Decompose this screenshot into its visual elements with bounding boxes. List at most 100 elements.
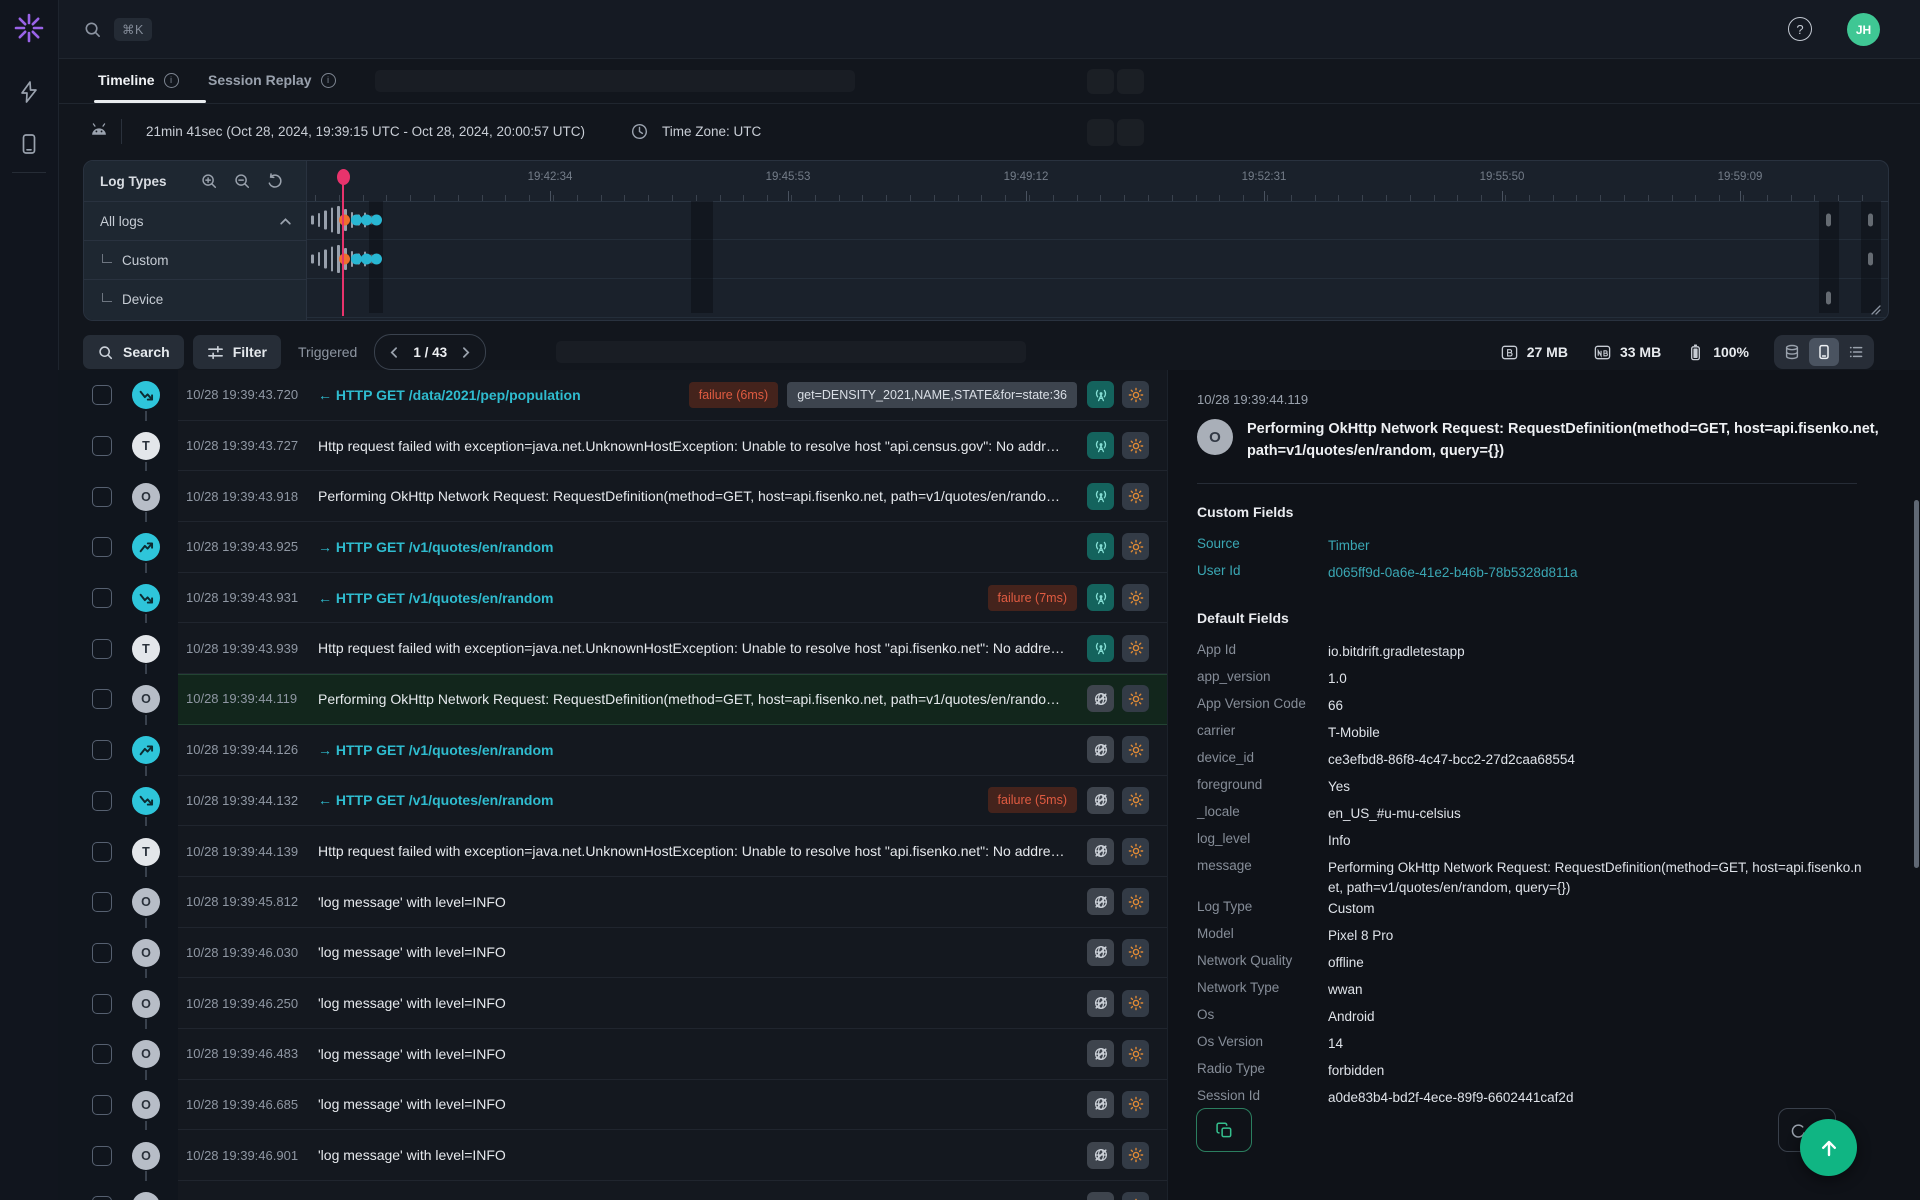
brightness-button[interactable] [1122,938,1149,966]
log-row-body[interactable]: 10/28 19:39:43.925 → HTTP GET /v1/quotes… [178,522,1167,573]
network-state-button[interactable] [1087,888,1114,916]
log-type-row-device[interactable]: Device [84,279,306,318]
tab-session-replay[interactable]: Session Replay i [208,58,336,102]
brightness-button[interactable] [1122,1040,1149,1068]
log-row[interactable]: O 10/28 19:39:46.685 'log message' with … [58,1079,1167,1132]
bitdrift-logo-icon[interactable] [13,12,45,44]
network-state-button[interactable] [1087,432,1114,460]
log-row[interactable]: O 10/28 19:39:45.812 'log message' with … [58,876,1167,929]
prev-page-icon[interactable] [388,346,401,359]
row-checkbox[interactable] [92,638,112,659]
field-value[interactable]: Performing OkHttp Network Request: Reque… [1328,858,1868,900]
row-checkbox[interactable] [92,385,112,406]
log-row[interactable]: O 10/28 19:39:46.483 'log message' with … [58,1028,1167,1081]
log-row-body[interactable]: 10/28 19:39:45.812 'log message' with le… [178,876,1167,928]
network-state-button[interactable] [1087,482,1114,510]
reset-zoom-icon[interactable] [266,172,284,190]
log-row-body[interactable]: 10/28 19:39:46.483 'log message' with le… [178,1028,1167,1080]
network-state-button[interactable] [1087,1192,1114,1200]
brightness-button[interactable] [1122,634,1149,662]
log-row[interactable]: T 10/28 19:39:43.727 Http request failed… [58,420,1167,473]
view-mode-data-button[interactable] [1777,338,1807,366]
log-row[interactable]: O 10/28 19:39:46.901 'log message' with … [58,1130,1167,1183]
search-button[interactable]: Search [83,335,184,369]
field-value[interactable]: a0de83b4-bd2f-4ece-89f9-6602441caf2d [1328,1088,1573,1109]
log-row-body[interactable]: 10/28 19:39:44.119 Performing OkHttp Net… [178,674,1167,725]
brightness-button[interactable] [1122,1090,1149,1118]
brightness-button[interactable] [1122,1192,1149,1200]
brightness-button[interactable] [1122,584,1149,612]
field-value[interactable]: Pixel 8 Pro [1328,926,1393,947]
zoom-in-icon[interactable] [200,172,218,190]
field-value[interactable]: Timber [1328,536,1370,557]
network-state-button[interactable] [1087,1040,1114,1068]
row-checkbox[interactable] [92,486,112,507]
row-checkbox[interactable] [92,588,112,609]
log-row-body[interactable]: 10/28 19:39:46.685 'log message' with le… [178,1079,1167,1131]
sessions-nav-device-icon[interactable] [17,132,41,156]
field-value[interactable]: Info [1328,831,1351,852]
log-row-body[interactable]: 10/28 19:39:44.132 ← HTTP GET /v1/quotes… [178,775,1167,827]
log-row[interactable]: T 10/28 19:39:44.139 Http request failed… [58,826,1167,879]
network-state-button[interactable] [1087,938,1114,966]
log-row[interactable]: O 10/28 19:39:43.918 Performing OkHttp N… [58,471,1167,524]
field-value[interactable]: Android [1328,1007,1375,1028]
row-checkbox[interactable] [92,892,112,913]
row-checkbox[interactable] [92,993,112,1014]
view-mode-device-button[interactable] [1809,338,1839,366]
brightness-button[interactable] [1122,685,1149,713]
log-row[interactable]: O 10/28 19:39:46.250 'log message' with … [58,978,1167,1031]
log-row[interactable]: 10/28 19:39:43.925 → HTTP GET /v1/quotes… [58,522,1167,575]
log-row-body[interactable]: 10/28 19:39:44.126 → HTTP GET /v1/quotes… [178,724,1167,776]
log-row-body[interactable]: 10/28 19:39:46.030 'log message' with le… [178,927,1167,979]
field-value[interactable]: d065ff9d-0a6e-41e2-b46b-78b5328d811a [1328,563,1577,584]
field-value[interactable]: 66 [1328,696,1343,717]
network-state-button[interactable] [1087,533,1114,561]
log-row-body[interactable]: 10/28 19:39:43.720 ← HTTP GET /data/2021… [178,370,1167,421]
tab-timeline[interactable]: Timeline i [98,58,179,102]
brightness-button[interactable] [1122,837,1149,865]
resize-handle-icon[interactable] [1871,305,1881,315]
row-checkbox[interactable] [92,1044,112,1065]
field-value[interactable]: en_US_#u-mu-celsius [1328,804,1461,825]
network-state-button[interactable] [1087,989,1114,1017]
brightness-button[interactable] [1122,786,1149,814]
log-row-body[interactable]: 10/28 19:39:47.120 'log message' with le… [178,1181,1167,1200]
log-row[interactable]: 10/28 19:39:44.126 → HTTP GET /v1/quotes… [58,724,1167,777]
row-checkbox[interactable] [92,537,112,558]
log-row[interactable]: 10/28 19:39:43.931 ← HTTP GET /v1/quotes… [58,572,1167,625]
log-type-row-all-logs[interactable]: All logs [84,201,306,240]
field-value[interactable]: T-Mobile [1328,723,1380,744]
info-icon[interactable]: i [163,72,179,88]
network-state-button[interactable] [1087,634,1114,662]
network-state-button[interactable] [1087,736,1114,764]
row-checkbox[interactable] [92,689,112,710]
brightness-button[interactable] [1122,736,1149,764]
network-state-button[interactable] [1087,685,1114,713]
filter-button[interactable]: Filter [192,335,281,369]
network-state-button[interactable] [1087,381,1114,409]
row-checkbox[interactable] [92,790,112,811]
brightness-button[interactable] [1122,533,1149,561]
network-state-button[interactable] [1087,584,1114,612]
brightness-button[interactable] [1122,432,1149,460]
row-checkbox[interactable] [92,942,112,963]
info-icon[interactable]: i [320,72,336,88]
brightness-button[interactable] [1122,888,1149,916]
field-value[interactable]: 14 [1328,1034,1343,1055]
scroll-to-top-button[interactable] [1800,1119,1857,1176]
copy-button[interactable] [1196,1108,1252,1152]
field-value[interactable]: Custom [1328,899,1375,920]
field-value[interactable]: offline [1328,953,1364,974]
field-value[interactable]: 1.0 [1328,669,1347,690]
log-type-row-custom[interactable]: Custom [84,240,306,279]
log-row-body[interactable]: 10/28 19:39:43.918 Performing OkHttp Net… [178,471,1167,523]
log-row[interactable]: T 10/28 19:39:43.939 Http request failed… [58,623,1167,676]
log-row[interactable]: 10/28 19:39:44.132 ← HTTP GET /v1/quotes… [58,775,1167,828]
row-checkbox[interactable] [92,1196,112,1200]
next-page-icon[interactable] [459,346,472,359]
field-value[interactable]: io.bitdrift.gradletestapp [1328,642,1465,663]
log-row-body[interactable]: 10/28 19:39:43.727 Http request failed w… [178,420,1167,472]
brightness-button[interactable] [1122,482,1149,510]
row-checkbox[interactable] [92,1094,112,1115]
